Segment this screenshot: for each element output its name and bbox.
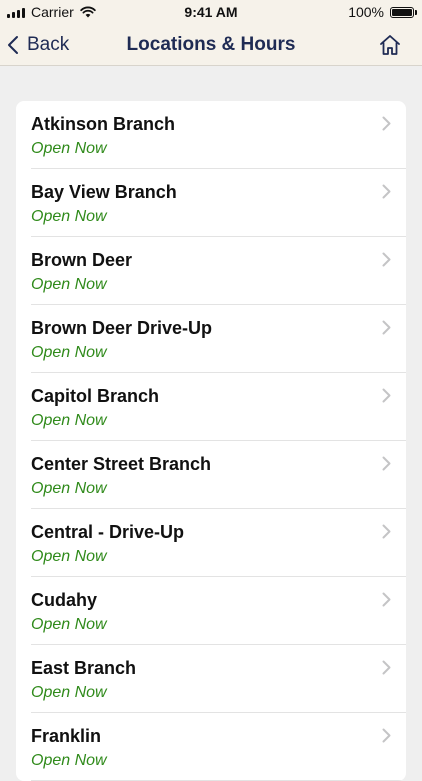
location-list-item[interactable]: Center Street Branch Open Now <box>16 441 406 509</box>
location-name: Bay View Branch <box>31 182 177 202</box>
location-name: Franklin <box>31 726 102 746</box>
location-list-item[interactable]: Bay View Branch Open Now <box>16 169 406 237</box>
home-icon[interactable] <box>378 33 402 57</box>
location-name: Brown Deer <box>31 250 133 270</box>
location-status: Open Now <box>31 616 107 633</box>
chevron-right-icon <box>382 456 391 471</box>
navigation-bar: Back Locations & Hours <box>0 24 422 66</box>
location-name: Central - Drive-Up <box>31 522 185 542</box>
location-list-item[interactable]: Atkinson Branch Open Now <box>16 101 406 169</box>
location-status: Open Now <box>31 684 107 701</box>
location-name: Center Street Branch <box>31 454 212 474</box>
chevron-right-icon <box>382 524 391 539</box>
location-list-item[interactable]: Cudahy Open Now <box>16 577 406 645</box>
location-status: Open Now <box>31 412 107 429</box>
location-list-item[interactable]: East Branch Open Now <box>16 645 406 713</box>
location-status: Open Now <box>31 752 107 769</box>
location-name: Cudahy <box>31 590 98 610</box>
chevron-right-icon <box>382 388 391 403</box>
status-bar: Carrier 9:41 AM 100% <box>0 0 422 24</box>
location-list-item[interactable]: Brown Deer Drive-Up Open Now <box>16 305 406 373</box>
location-status: Open Now <box>31 480 107 497</box>
location-name: Atkinson Branch <box>31 114 176 134</box>
locations-list: Atkinson Branch Open Now Bay View Branch Op… <box>16 101 406 781</box>
location-list-item[interactable]: Brown Deer Open Now <box>16 237 406 305</box>
location-status: Open Now <box>31 344 107 361</box>
location-status: Open Now <box>31 208 107 225</box>
location-list-item[interactable]: Capitol Branch Open Now <box>16 373 406 441</box>
chevron-right-icon <box>382 660 391 675</box>
chevron-right-icon <box>382 184 391 199</box>
battery-percent: 100% <box>348 4 384 20</box>
location-status: Open Now <box>31 140 107 157</box>
location-name: Capitol Branch <box>31 386 160 406</box>
chevron-right-icon <box>382 320 391 335</box>
location-status: Open Now <box>31 548 107 565</box>
chevron-right-icon <box>382 252 391 267</box>
location-name: East Branch <box>31 658 137 678</box>
status-right: 100% <box>348 4 417 20</box>
location-name: Brown Deer Drive-Up <box>31 318 213 338</box>
page-title: Locations & Hours <box>126 34 296 55</box>
location-list-item[interactable]: Central - Drive-Up Open Now <box>16 509 406 577</box>
location-list-item[interactable]: Franklin Open Now <box>16 713 406 781</box>
chevron-right-icon <box>382 116 391 131</box>
chevron-right-icon <box>382 728 391 743</box>
location-status: Open Now <box>31 276 107 293</box>
chevron-right-icon <box>382 592 391 607</box>
battery-icon <box>390 6 417 18</box>
